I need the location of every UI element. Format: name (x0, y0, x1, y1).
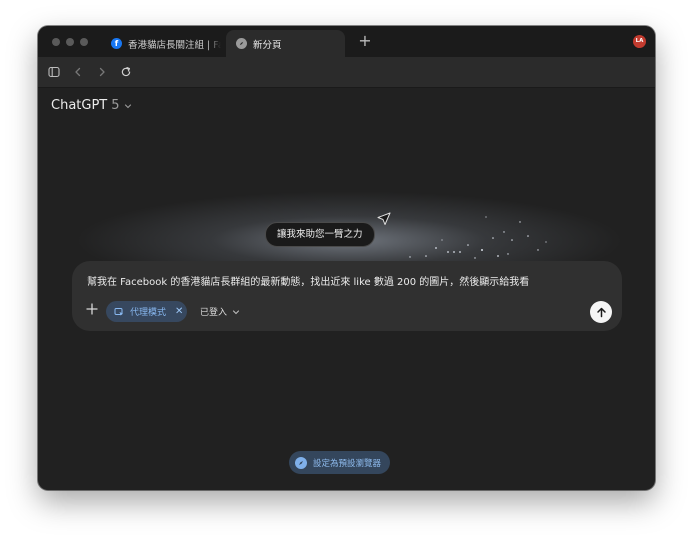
browser-window: f 香港貓店長關注組 | Fa 新分頁 + LA ChatGPT 5 讓我來助您… (38, 26, 655, 490)
agent-tooltip: 讓我來助您一臂之力 (265, 222, 375, 247)
plus-icon[interactable] (85, 301, 99, 315)
sparkle-particles (409, 216, 547, 259)
chevron-down-icon (232, 308, 240, 316)
close-icon[interactable]: ✕ (175, 306, 183, 317)
agent-cursor-icon (377, 212, 391, 225)
compass-icon (295, 456, 307, 469)
set-default-label: 設定為預設瀏覽器 (313, 458, 382, 469)
agent-mode-label: 代理模式 (130, 308, 167, 318)
arrow-up-icon (596, 307, 606, 317)
logged-in-selector[interactable]: 已登入 (200, 305, 240, 318)
agent-mode-icon (114, 307, 124, 317)
logged-in-label: 已登入 (200, 308, 228, 318)
send-button[interactable] (590, 301, 612, 323)
chat-composer[interactable]: 幫我在 Facebook 的香港貓店長群組的最新動態，找出近來 like 數過 … (72, 261, 622, 331)
agent-mode-chip[interactable]: 代理模式 ✕ (106, 301, 187, 322)
prompt-input[interactable]: 幫我在 Facebook 的香港貓店長群組的最新動態，找出近來 like 數過 … (87, 273, 529, 288)
set-default-browser-button[interactable]: 設定為預設瀏覽器 (289, 451, 390, 474)
